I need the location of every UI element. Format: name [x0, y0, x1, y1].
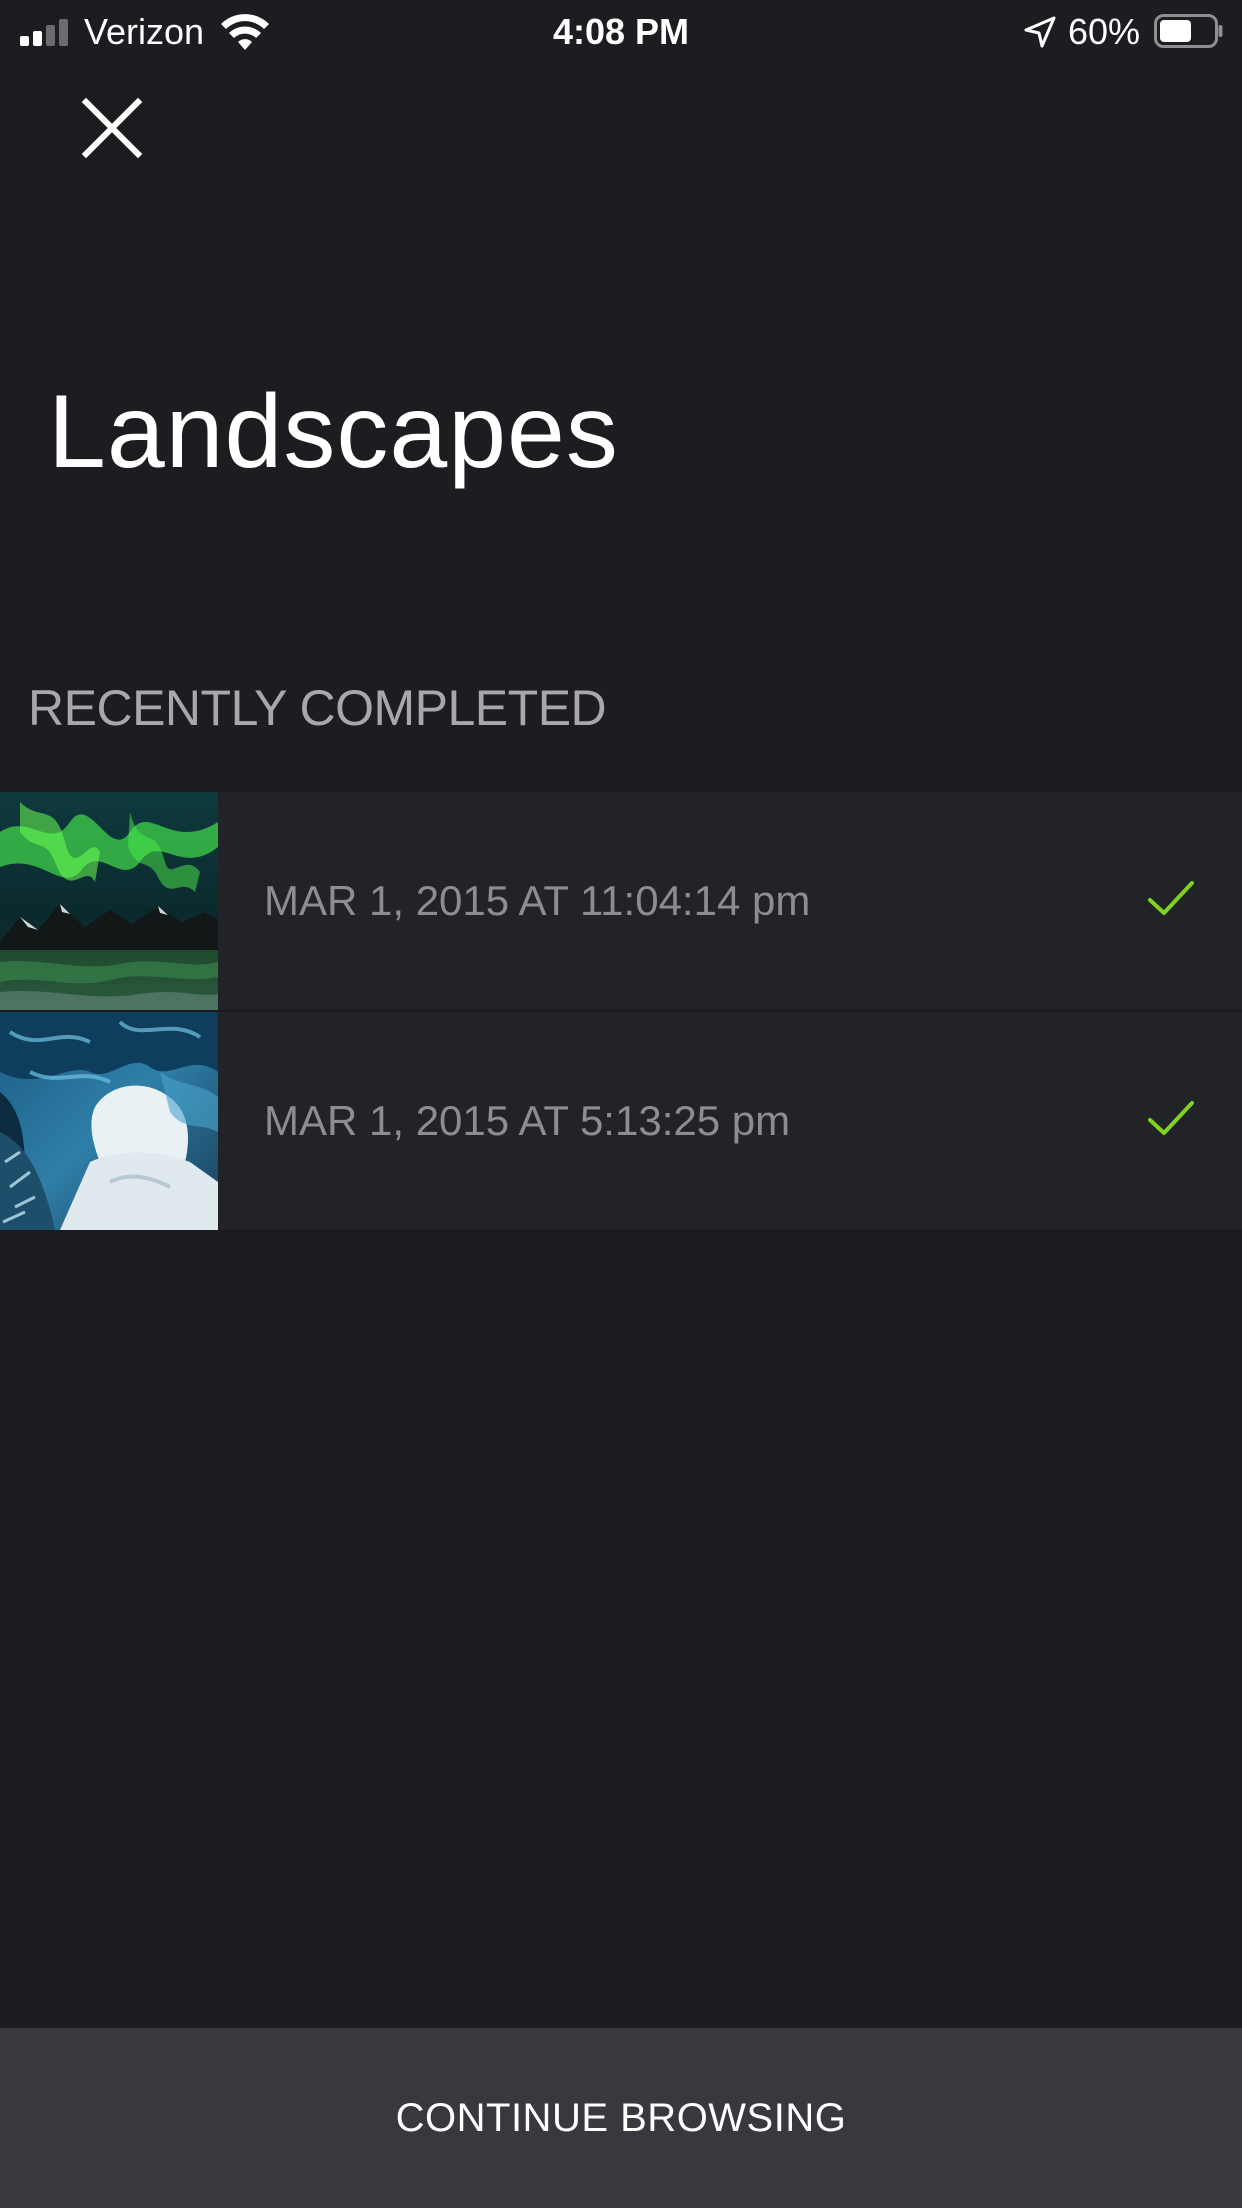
recently-completed-list: MAR 1, 2015 AT 11:04:14 pm MAR 1, 2015 A…: [0, 792, 1242, 1232]
list-item[interactable]: MAR 1, 2015 AT 11:04:14 pm: [0, 792, 1242, 1012]
section-title-recently-completed: RECENTLY COMPLETED: [28, 680, 607, 736]
check-icon: [1148, 881, 1194, 915]
screen: Verizon 4:08 PM 60% Landscapes RECENTLY …: [0, 0, 1242, 2208]
completion-date: MAR 1, 2015 AT 11:04:14 pm: [264, 877, 811, 924]
aurora-landscape-thumbnail: [0, 792, 218, 1010]
status-bar: Verizon 4:08 PM 60%: [0, 0, 1242, 62]
battery-percentage: 60%: [1068, 11, 1141, 52]
battery-icon: [1154, 14, 1223, 48]
list-item[interactable]: MAR 1, 2015 AT 5:13:25 pm: [0, 1012, 1242, 1232]
continue-browsing-label: CONTINUE BROWSING: [395, 2096, 847, 2140]
page-title: Landscapes: [48, 374, 619, 490]
close-icon[interactable]: [70, 88, 150, 168]
completion-date: MAR 1, 2015 AT 5:13:25 pm: [264, 1097, 791, 1144]
continue-browsing-button[interactable]: CONTINUE BROWSING: [0, 2028, 1242, 2208]
check-icon: [1148, 1101, 1194, 1135]
ice-cave-thumbnail: [0, 1012, 218, 1230]
location-arrow-icon: [1024, 16, 1056, 48]
